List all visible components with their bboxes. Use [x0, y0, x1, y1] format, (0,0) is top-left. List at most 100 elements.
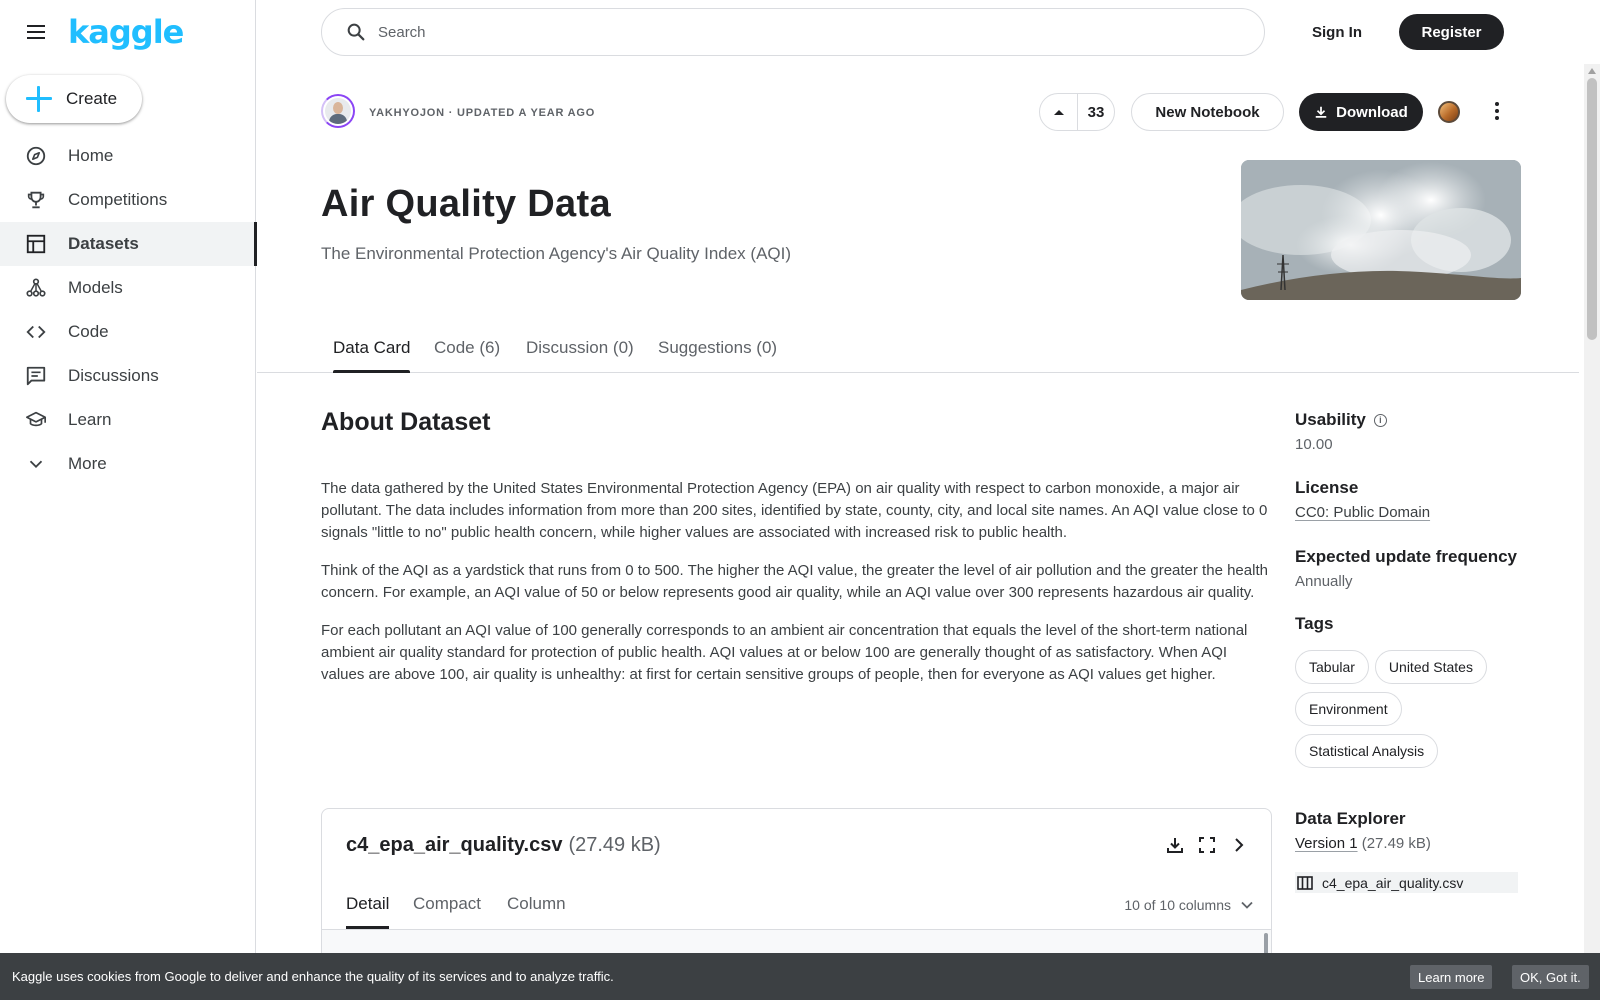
file-name: c4_epa_air_quality.csv — [346, 834, 563, 856]
tab-suggestions[interactable]: Suggestions (0) — [658, 338, 777, 373]
tab-compact[interactable]: Compact — [413, 894, 481, 929]
sidebar-item-label: Learn — [68, 410, 112, 429]
usability-value: 10.00 — [1295, 436, 1333, 453]
tags-label: Tags — [1295, 614, 1334, 633]
sidebar-item-home[interactable]: Home — [0, 134, 256, 178]
tab-code[interactable]: Code (6) — [434, 338, 500, 373]
bronze-medal-icon[interactable] — [1438, 101, 1460, 123]
trophy-icon — [24, 188, 48, 212]
license-section: License CC0: Public Domain — [1295, 478, 1555, 521]
register-button[interactable]: Register — [1399, 14, 1504, 50]
page-subtitle: The Environmental Protection Agency's Ai… — [321, 244, 792, 263]
page-title: Air Quality Data — [321, 183, 611, 225]
version-size: (27.49 kB) — [1361, 835, 1431, 852]
dataset-tabs: Data Card Code (6) Discussion (0) Sugges… — [257, 330, 1579, 373]
download-button[interactable]: Download — [1299, 93, 1423, 131]
tag-chip[interactable]: Tabular — [1295, 650, 1369, 684]
download-label: Download — [1336, 103, 1408, 121]
author-line: YAKHYOJON · UPDATED A YEAR AGO — [369, 107, 596, 119]
avatar[interactable] — [321, 94, 355, 128]
about-paragraph: The data gathered by the United States E… — [321, 480, 1268, 541]
new-notebook-button[interactable]: New Notebook — [1131, 93, 1284, 131]
search-bar[interactable] — [321, 8, 1265, 56]
download-icon[interactable] — [1165, 835, 1185, 855]
about-paragraph: Think of the AQI as a yardstick that run… — [321, 562, 1268, 601]
sidebar-item-label: Code — [68, 322, 109, 341]
scroll-thumb[interactable] — [1587, 78, 1597, 340]
table-columns-icon — [1297, 875, 1313, 890]
create-label: Create — [66, 89, 118, 108]
frequency-value: Annually — [1295, 573, 1353, 590]
cookie-text: Kaggle uses cookies from Google to deliv… — [12, 969, 614, 984]
info-icon[interactable]: i — [1373, 413, 1387, 427]
sidebar-item-code[interactable]: Code — [0, 310, 256, 354]
discussion-icon — [24, 364, 48, 388]
tab-detail[interactable]: Detail — [346, 894, 390, 929]
sidebar-item-discussions[interactable]: Discussions — [0, 354, 256, 398]
download-icon — [1315, 106, 1327, 118]
chevron-down-icon — [24, 452, 48, 476]
file-size: (27.49 kB) — [568, 834, 661, 856]
cookie-banner: Kaggle uses cookies from Google to deliv… — [0, 953, 1600, 1000]
usability-label: Usability — [1295, 410, 1366, 429]
search-input[interactable] — [378, 23, 1238, 41]
learn-more-button[interactable]: Learn more — [1410, 965, 1493, 989]
sidebar-item-datasets[interactable]: Datasets — [0, 222, 257, 266]
tag-list: Tabular United States Environment Statist… — [1295, 650, 1535, 776]
sidebar-item-label: Datasets — [68, 234, 139, 253]
usability-section: Usability i 10.00 — [1295, 410, 1555, 453]
fullscreen-icon[interactable] — [1197, 835, 1217, 855]
tab-discussion[interactable]: Discussion (0) — [526, 338, 634, 373]
models-icon — [24, 276, 48, 300]
sidebar-item-models[interactable]: Models — [0, 266, 256, 310]
tag-chip[interactable]: Environment — [1295, 692, 1402, 726]
sidebar-item-competitions[interactable]: Competitions — [0, 178, 256, 222]
code-icon — [24, 320, 48, 344]
explorer-file-name: c4_epa_air_quality.csv — [1322, 874, 1464, 891]
chevron-down-icon — [1241, 901, 1253, 909]
scroll-up-arrow-icon[interactable] — [1588, 68, 1596, 74]
frequency-section: Expected update frequency Annually — [1295, 547, 1555, 590]
upvote-button[interactable] — [1040, 94, 1078, 130]
caret-up-icon — [1053, 110, 1064, 115]
sidebar-item-learn[interactable]: Learn — [0, 398, 256, 442]
kaggle-logo[interactable]: kaggle — [68, 14, 184, 50]
data-explorer-section: Data Explorer Version 1 (27.49 kB) — [1295, 809, 1555, 852]
tab-data-card[interactable]: Data Card — [333, 338, 411, 373]
sidebar-item-label: More — [68, 454, 107, 473]
compass-icon — [24, 144, 48, 168]
more-options-icon[interactable] — [1485, 99, 1509, 123]
table-icon — [24, 232, 48, 256]
tag-chip[interactable]: United States — [1374, 650, 1487, 684]
sidebar-nav: Home Competitions Datasets Models Code D… — [0, 134, 257, 486]
ok-got-it-button[interactable]: OK, Got it. — [1512, 965, 1589, 989]
data-explorer-label: Data Explorer — [1295, 809, 1406, 828]
about-description: The data gathered by the United States E… — [321, 478, 1271, 702]
school-icon — [24, 408, 48, 432]
explorer-file-item[interactable]: c4_epa_air_quality.csv — [1295, 872, 1518, 893]
sidebar-item-label: Discussions — [68, 366, 159, 385]
license-label: License — [1295, 478, 1359, 497]
avatar-photo — [325, 98, 351, 124]
columns-selector[interactable]: 10 of 10 columns — [1124, 897, 1253, 913]
dataset-cover-image — [1241, 160, 1521, 300]
sidebar-item-label: Competitions — [68, 190, 168, 209]
version-link[interactable]: Version 1 — [1295, 835, 1358, 852]
brand: kaggle — [24, 14, 184, 50]
sign-in-button[interactable]: Sign In — [1300, 14, 1374, 50]
sidebar-item-more[interactable]: More — [0, 442, 256, 486]
sidebar-item-label: Home — [68, 146, 114, 165]
page-scrollbar[interactable] — [1584, 64, 1600, 954]
create-button[interactable]: Create — [6, 75, 142, 123]
chevron-right-icon[interactable] — [1229, 835, 1249, 855]
license-link[interactable]: CC0: Public Domain — [1295, 504, 1430, 521]
plus-icon — [26, 86, 52, 112]
about-paragraph: For each pollutant an AQI value of 100 g… — [321, 622, 1248, 683]
tag-chip[interactable]: Statistical Analysis — [1295, 734, 1439, 768]
tab-column[interactable]: Column — [507, 894, 566, 929]
search-icon — [344, 20, 368, 44]
upvote-count: 33 — [1087, 103, 1105, 121]
columns-count: 10 of 10 columns — [1124, 897, 1231, 913]
menu-icon[interactable] — [24, 20, 48, 44]
frequency-label: Expected update frequency — [1295, 547, 1518, 566]
